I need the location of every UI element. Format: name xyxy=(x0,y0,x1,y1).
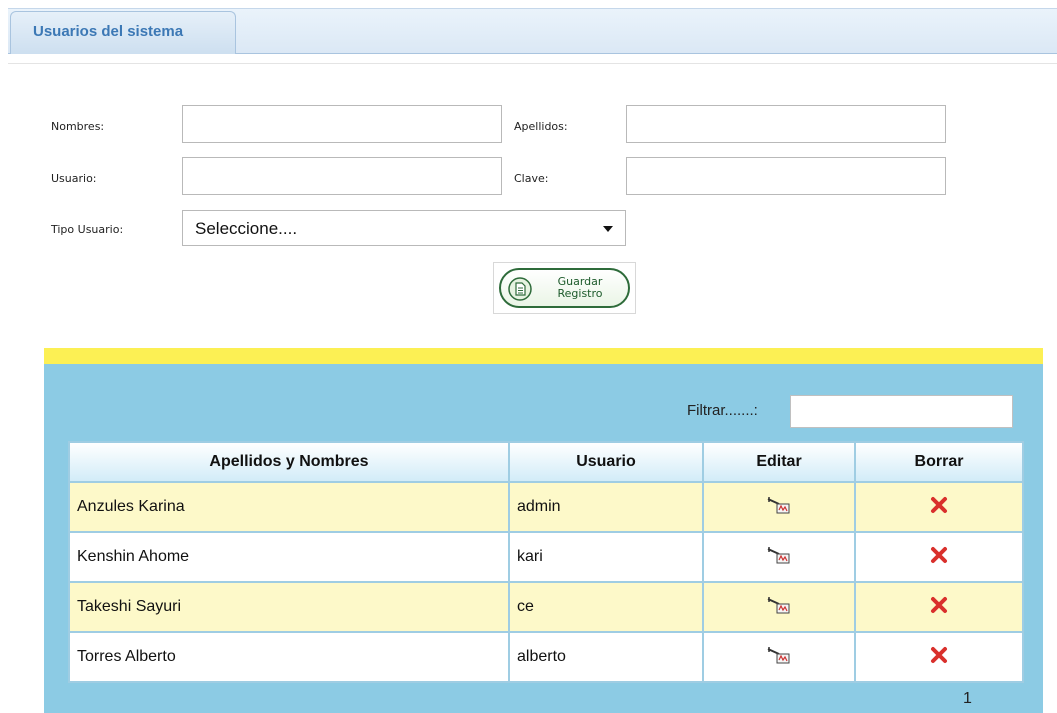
delete-icon[interactable] xyxy=(930,646,948,664)
edit-icon[interactable] xyxy=(766,645,792,665)
edit-cell xyxy=(702,531,856,583)
cell-name: Kenshin Ahome xyxy=(68,531,510,583)
edit-icon[interactable] xyxy=(766,595,792,615)
cell-user: alberto xyxy=(508,631,704,683)
document-icon xyxy=(508,277,532,301)
column-header-nombres[interactable]: Apellidos y Nombres xyxy=(68,441,510,483)
cell-user: ce xyxy=(508,581,704,633)
nombres-input[interactable] xyxy=(182,105,502,143)
users-table: Apellidos y Nombres Usuario Editar Borra… xyxy=(68,441,1024,683)
usuario-label: Usuario: xyxy=(51,172,97,185)
delete-cell xyxy=(854,531,1024,583)
apellidos-label: Apellidos: xyxy=(514,120,568,133)
edit-icon[interactable] xyxy=(766,495,792,515)
clave-label: Clave: xyxy=(514,172,549,185)
clave-input[interactable] xyxy=(626,157,946,195)
filter-label: Filtrar.......: xyxy=(687,402,758,419)
edit-cell xyxy=(702,581,856,633)
cell-user: kari xyxy=(508,531,704,583)
edit-cell xyxy=(702,481,856,533)
guardar-registro-button[interactable]: Guardar Registro xyxy=(493,262,636,314)
delete-icon[interactable] xyxy=(930,546,948,564)
cell-name: Torres Alberto xyxy=(68,631,510,683)
tab-usuarios-del-sistema[interactable]: Usuarios del sistema xyxy=(10,11,236,54)
tipo-usuario-label: Tipo Usuario: xyxy=(51,223,124,236)
edit-cell xyxy=(702,631,856,683)
usuario-input[interactable] xyxy=(182,157,502,195)
delete-icon[interactable] xyxy=(930,596,948,614)
divider xyxy=(8,63,1057,64)
tipo-usuario-selected: Seleccione.... xyxy=(195,219,298,238)
column-header-usuario[interactable]: Usuario xyxy=(508,441,704,483)
chevron-down-icon xyxy=(603,226,613,232)
column-header-editar: Editar xyxy=(702,441,856,483)
delete-cell xyxy=(854,581,1024,633)
column-header-borrar: Borrar xyxy=(854,441,1024,483)
cell-name: Anzules Karina xyxy=(68,481,510,533)
apellidos-input[interactable] xyxy=(626,105,946,143)
cell-name: Takeshi Sayuri xyxy=(68,581,510,633)
delete-cell xyxy=(854,631,1024,683)
tab-title: Usuarios del sistema xyxy=(33,23,184,40)
table-row: Takeshi Sayuri ce xyxy=(68,581,1024,633)
tipo-usuario-select[interactable]: Seleccione.... xyxy=(182,210,626,246)
edit-icon[interactable] xyxy=(766,545,792,565)
table-header-row: Apellidos y Nombres Usuario Editar Borra… xyxy=(68,441,1024,483)
delete-icon[interactable] xyxy=(930,496,948,514)
pagination-page-1[interactable]: 1 xyxy=(963,690,972,708)
save-button-line2: Registro xyxy=(557,287,603,300)
delete-cell xyxy=(854,481,1024,533)
cell-user: admin xyxy=(508,481,704,533)
save-button-pill: Guardar Registro xyxy=(499,268,630,308)
nombres-label: Nombres: xyxy=(51,120,105,133)
table-row: Torres Alberto alberto xyxy=(68,631,1024,683)
table-row: Kenshin Ahome kari xyxy=(68,531,1024,583)
filter-input[interactable] xyxy=(790,395,1013,428)
yellow-band xyxy=(44,348,1043,364)
table-row: Anzules Karina admin xyxy=(68,481,1024,533)
